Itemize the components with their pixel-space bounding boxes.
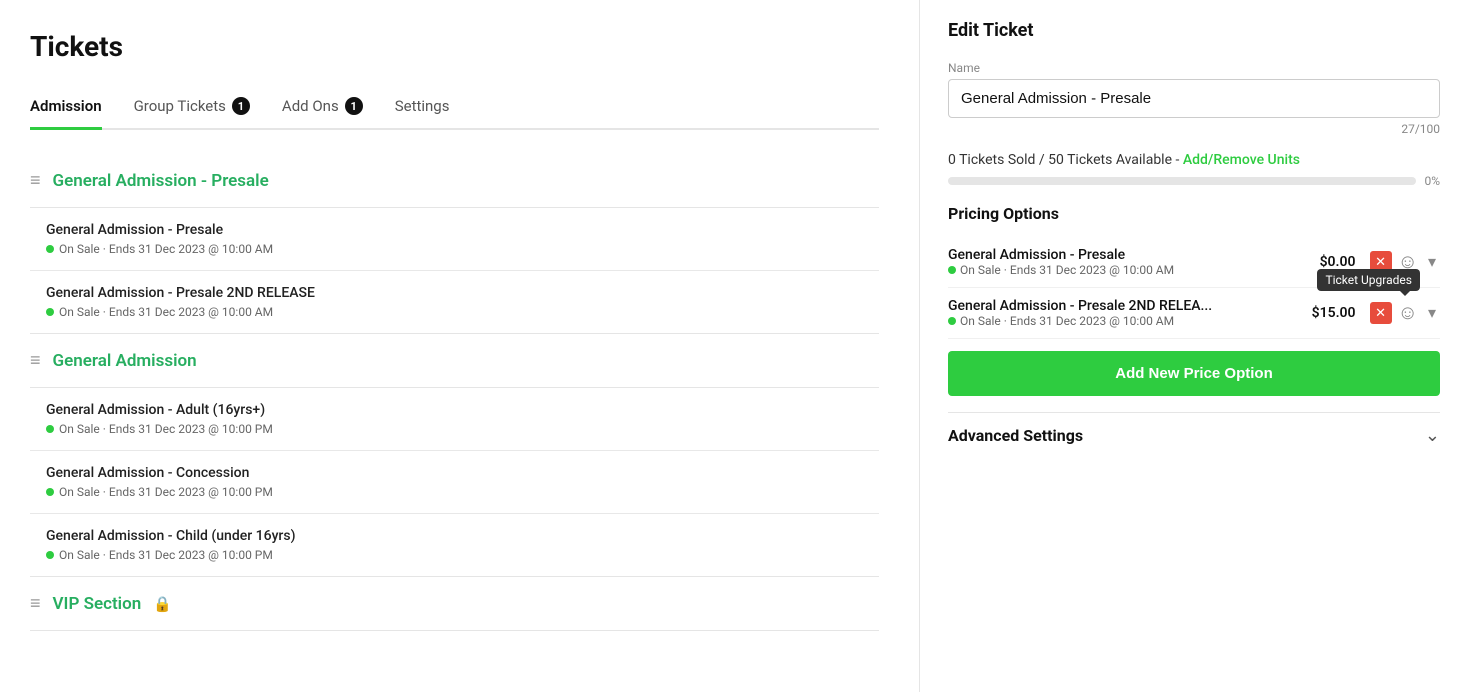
ticket-status: On Sale · Ends 31 Dec 2023 @ 10:00 PM xyxy=(46,422,863,436)
pricing-actions-2: ✕ ☺ Ticket Upgrades ▾ xyxy=(1370,299,1440,327)
tab-settings[interactable]: Settings xyxy=(395,87,450,130)
char-count: 27/100 xyxy=(948,122,1440,136)
ticket-group-general: ≡ General Admission General Admission - … xyxy=(30,334,879,577)
status-dot xyxy=(46,308,54,316)
add-remove-link[interactable]: Add/Remove Units xyxy=(1183,152,1300,168)
dash-separator: - xyxy=(1176,152,1183,168)
list-item[interactable]: General Admission - Presale 2ND RELEASE … xyxy=(30,271,879,333)
ticket-status: On Sale · Ends 31 Dec 2023 @ 10:00 AM xyxy=(46,305,863,319)
name-label: Name xyxy=(948,61,1440,75)
tab-add-ons-badge: 1 xyxy=(345,97,363,115)
status-dot xyxy=(46,551,54,559)
status-dot xyxy=(46,488,54,496)
left-panel: Tickets Admission Group Tickets 1 Add On… xyxy=(0,0,920,692)
tab-settings-label: Settings xyxy=(395,97,450,115)
drag-icon-vip: ≡ xyxy=(30,593,41,614)
ticket-group-vip: ≡ VIP Section 🔒 xyxy=(30,577,879,631)
page-title: Tickets xyxy=(30,30,879,63)
tab-add-ons[interactable]: Add Ons 1 xyxy=(282,87,363,130)
pricing-row-2: General Admission - Presale 2ND RELEA...… xyxy=(948,288,1440,339)
tab-group-tickets-badge: 1 xyxy=(232,97,250,115)
group-name-presale: General Admission - Presale xyxy=(53,171,269,191)
status-dot xyxy=(46,245,54,253)
status-dot xyxy=(46,425,54,433)
add-price-button[interactable]: Add New Price Option xyxy=(948,351,1440,396)
ticket-name: General Admission - Child (under 16yrs) xyxy=(46,528,863,544)
list-item[interactable]: General Admission - Child (under 16yrs) … xyxy=(30,514,879,576)
tooltip-ticket-upgrades: Ticket Upgrades xyxy=(1317,269,1420,291)
progress-pct: 0% xyxy=(1424,174,1440,188)
status-dot-2 xyxy=(948,317,956,325)
status-text: On Sale · Ends 31 Dec 2023 @ 10:00 PM xyxy=(59,422,273,436)
drag-icon-presale: ≡ xyxy=(30,170,41,191)
status-text: On Sale · Ends 31 Dec 2023 @ 10:00 AM xyxy=(59,305,273,319)
group-name-general: General Admission xyxy=(53,351,197,371)
pricing-status-2: On Sale · Ends 31 Dec 2023 @ 10:00 AM xyxy=(948,314,1304,328)
edit-panel-title: Edit Ticket xyxy=(948,20,1440,41)
pricing-status-text-2: On Sale · Ends 31 Dec 2023 @ 10:00 AM xyxy=(960,314,1174,328)
pricing-price-1: $0.00 xyxy=(1320,254,1356,270)
expand-button-2[interactable]: ▾ xyxy=(1424,299,1440,327)
right-panel: Edit Ticket Name 27/100 0 Tickets Sold /… xyxy=(920,0,1468,692)
status-text: On Sale · Ends 31 Dec 2023 @ 10:00 AM xyxy=(59,242,273,256)
status-text: On Sale · Ends 31 Dec 2023 @ 10:00 PM xyxy=(59,485,273,499)
pricing-status-1: On Sale · Ends 31 Dec 2023 @ 10:00 AM xyxy=(948,263,1312,277)
ticket-name: General Admission - Concession xyxy=(46,465,863,481)
ticket-status: On Sale · Ends 31 Dec 2023 @ 10:00 AM xyxy=(46,242,863,256)
tab-add-ons-label: Add Ons xyxy=(282,97,339,115)
advanced-settings-row[interactable]: Advanced Settings ⌄ xyxy=(948,412,1440,458)
advanced-settings-label: Advanced Settings xyxy=(948,426,1083,445)
name-input[interactable] xyxy=(948,79,1440,118)
ticket-status: On Sale · Ends 31 Dec 2023 @ 10:00 PM xyxy=(46,548,863,562)
ticket-upgrades-button-2[interactable]: ☺ xyxy=(1396,300,1420,327)
ticket-name: General Admission - Adult (16yrs+) xyxy=(46,402,863,418)
status-text: On Sale · Ends 31 Dec 2023 @ 10:00 PM xyxy=(59,548,273,562)
tabs-container: Admission Group Tickets 1 Add Ons 1 Sett… xyxy=(30,87,879,130)
progress-bar xyxy=(948,177,1416,185)
tickets-available-row: 0 Tickets Sold / 50 Tickets Available - … xyxy=(948,152,1440,188)
tickets-available-text: 0 Tickets Sold / 50 Tickets Available - … xyxy=(948,152,1440,168)
chevron-down-icon: ⌄ xyxy=(1425,425,1440,446)
pricing-info-2: General Admission - Presale 2ND RELEA...… xyxy=(948,298,1304,328)
tab-admission[interactable]: Admission xyxy=(30,87,102,130)
smiley-wrapper-2: ☺ Ticket Upgrades xyxy=(1396,300,1420,327)
ticket-status: On Sale · Ends 31 Dec 2023 @ 10:00 PM xyxy=(46,485,863,499)
progress-bar-container: 0% xyxy=(948,174,1440,188)
pricing-price-2: $15.00 xyxy=(1312,305,1356,321)
ticket-name: General Admission - Presale 2ND RELEASE xyxy=(46,285,863,301)
pricing-options-title: Pricing Options xyxy=(948,204,1440,223)
pricing-name-1: General Admission - Presale xyxy=(948,247,1312,263)
name-form-group: Name 27/100 xyxy=(948,61,1440,136)
list-item[interactable]: General Admission - Adult (16yrs+) On Sa… xyxy=(30,388,879,451)
group-header-general[interactable]: ≡ General Admission xyxy=(30,334,879,387)
pricing-status-text-1: On Sale · Ends 31 Dec 2023 @ 10:00 AM xyxy=(960,263,1174,277)
list-item[interactable]: General Admission - Presale On Sale · En… xyxy=(30,208,879,271)
status-dot-1 xyxy=(948,266,956,274)
lock-icon: 🔒 xyxy=(153,595,172,613)
list-item[interactable]: General Admission - Concession On Sale ·… xyxy=(30,451,879,514)
expand-button-1[interactable]: ▾ xyxy=(1424,248,1440,276)
pricing-info-1: General Admission - Presale On Sale · En… xyxy=(948,247,1312,277)
pricing-name-2: General Admission - Presale 2ND RELEA... xyxy=(948,298,1304,314)
ticket-group-presale: ≡ General Admission - Presale General Ad… xyxy=(30,154,879,334)
ticket-items-general: General Admission - Adult (16yrs+) On Sa… xyxy=(30,387,879,576)
ticket-items-presale: General Admission - Presale On Sale · En… xyxy=(30,207,879,333)
drag-icon-general: ≡ xyxy=(30,350,41,371)
delete-button-2[interactable]: ✕ xyxy=(1370,302,1392,324)
group-header-presale[interactable]: ≡ General Admission - Presale xyxy=(30,154,879,207)
tab-admission-label: Admission xyxy=(30,97,102,115)
group-name-vip: VIP Section xyxy=(53,594,142,614)
ticket-groups: ≡ General Admission - Presale General Ad… xyxy=(30,154,879,631)
sold-available-text: 0 Tickets Sold / 50 Tickets Available xyxy=(948,152,1172,168)
ticket-name: General Admission - Presale xyxy=(46,222,863,238)
tab-group-tickets-label: Group Tickets xyxy=(134,97,226,115)
group-header-vip[interactable]: ≡ VIP Section 🔒 xyxy=(30,577,879,630)
tab-group-tickets[interactable]: Group Tickets 1 xyxy=(134,87,250,130)
